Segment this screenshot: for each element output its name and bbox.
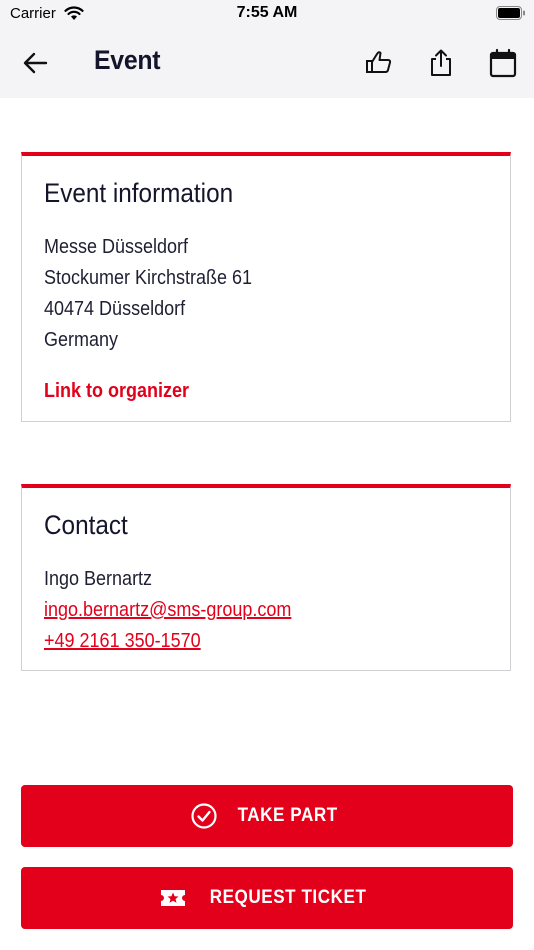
check-circle-icon <box>190 802 218 830</box>
ticket-icon <box>159 884 187 912</box>
share-icon <box>426 49 456 82</box>
back-arrow-icon <box>20 52 52 81</box>
event-information-card: Event information Messe Düsseldorf Stock… <box>21 152 511 422</box>
back-button[interactable] <box>20 49 52 77</box>
address-line-street: Stockumer Kirchstraße 61 <box>44 267 253 289</box>
status-time: 7:55 AM <box>236 4 298 21</box>
take-part-button[interactable]: TAKE PART <box>21 785 513 847</box>
thumbs-up-icon <box>364 51 394 82</box>
add-to-calendar-button[interactable] <box>488 48 518 78</box>
address-line-country: Germany <box>44 329 119 351</box>
address-line-city: 40474 Düsseldorf <box>44 298 186 320</box>
page-title: Event <box>94 45 161 75</box>
like-button[interactable] <box>364 48 394 78</box>
contact-phone-link[interactable]: +49 2161 350-1570 <box>44 630 201 653</box>
contact-card: Contact Ingo Bernartz ingo.bernartz@sms-… <box>21 484 511 671</box>
request-ticket-label: REQUEST TICKET <box>209 887 367 908</box>
address-line-venue: Messe Düsseldorf <box>44 236 189 258</box>
calendar-icon <box>488 48 518 82</box>
navigation-bar: Event <box>0 28 534 98</box>
share-button[interactable] <box>426 48 456 78</box>
take-part-label: TAKE PART <box>237 805 339 826</box>
battery-icon <box>496 6 526 25</box>
contact-name: Ingo Bernartz <box>44 568 153 590</box>
contact-email-link[interactable]: ingo.bernartz@sms-group.com <box>44 599 291 622</box>
request-ticket-button[interactable]: REQUEST TICKET <box>21 867 513 929</box>
event-information-heading: Event information <box>44 178 234 208</box>
organizer-link[interactable]: Link to organizer <box>44 380 189 403</box>
contact-heading: Contact <box>44 510 128 540</box>
status-bar: Carrier 7:55 AM <box>0 0 534 28</box>
